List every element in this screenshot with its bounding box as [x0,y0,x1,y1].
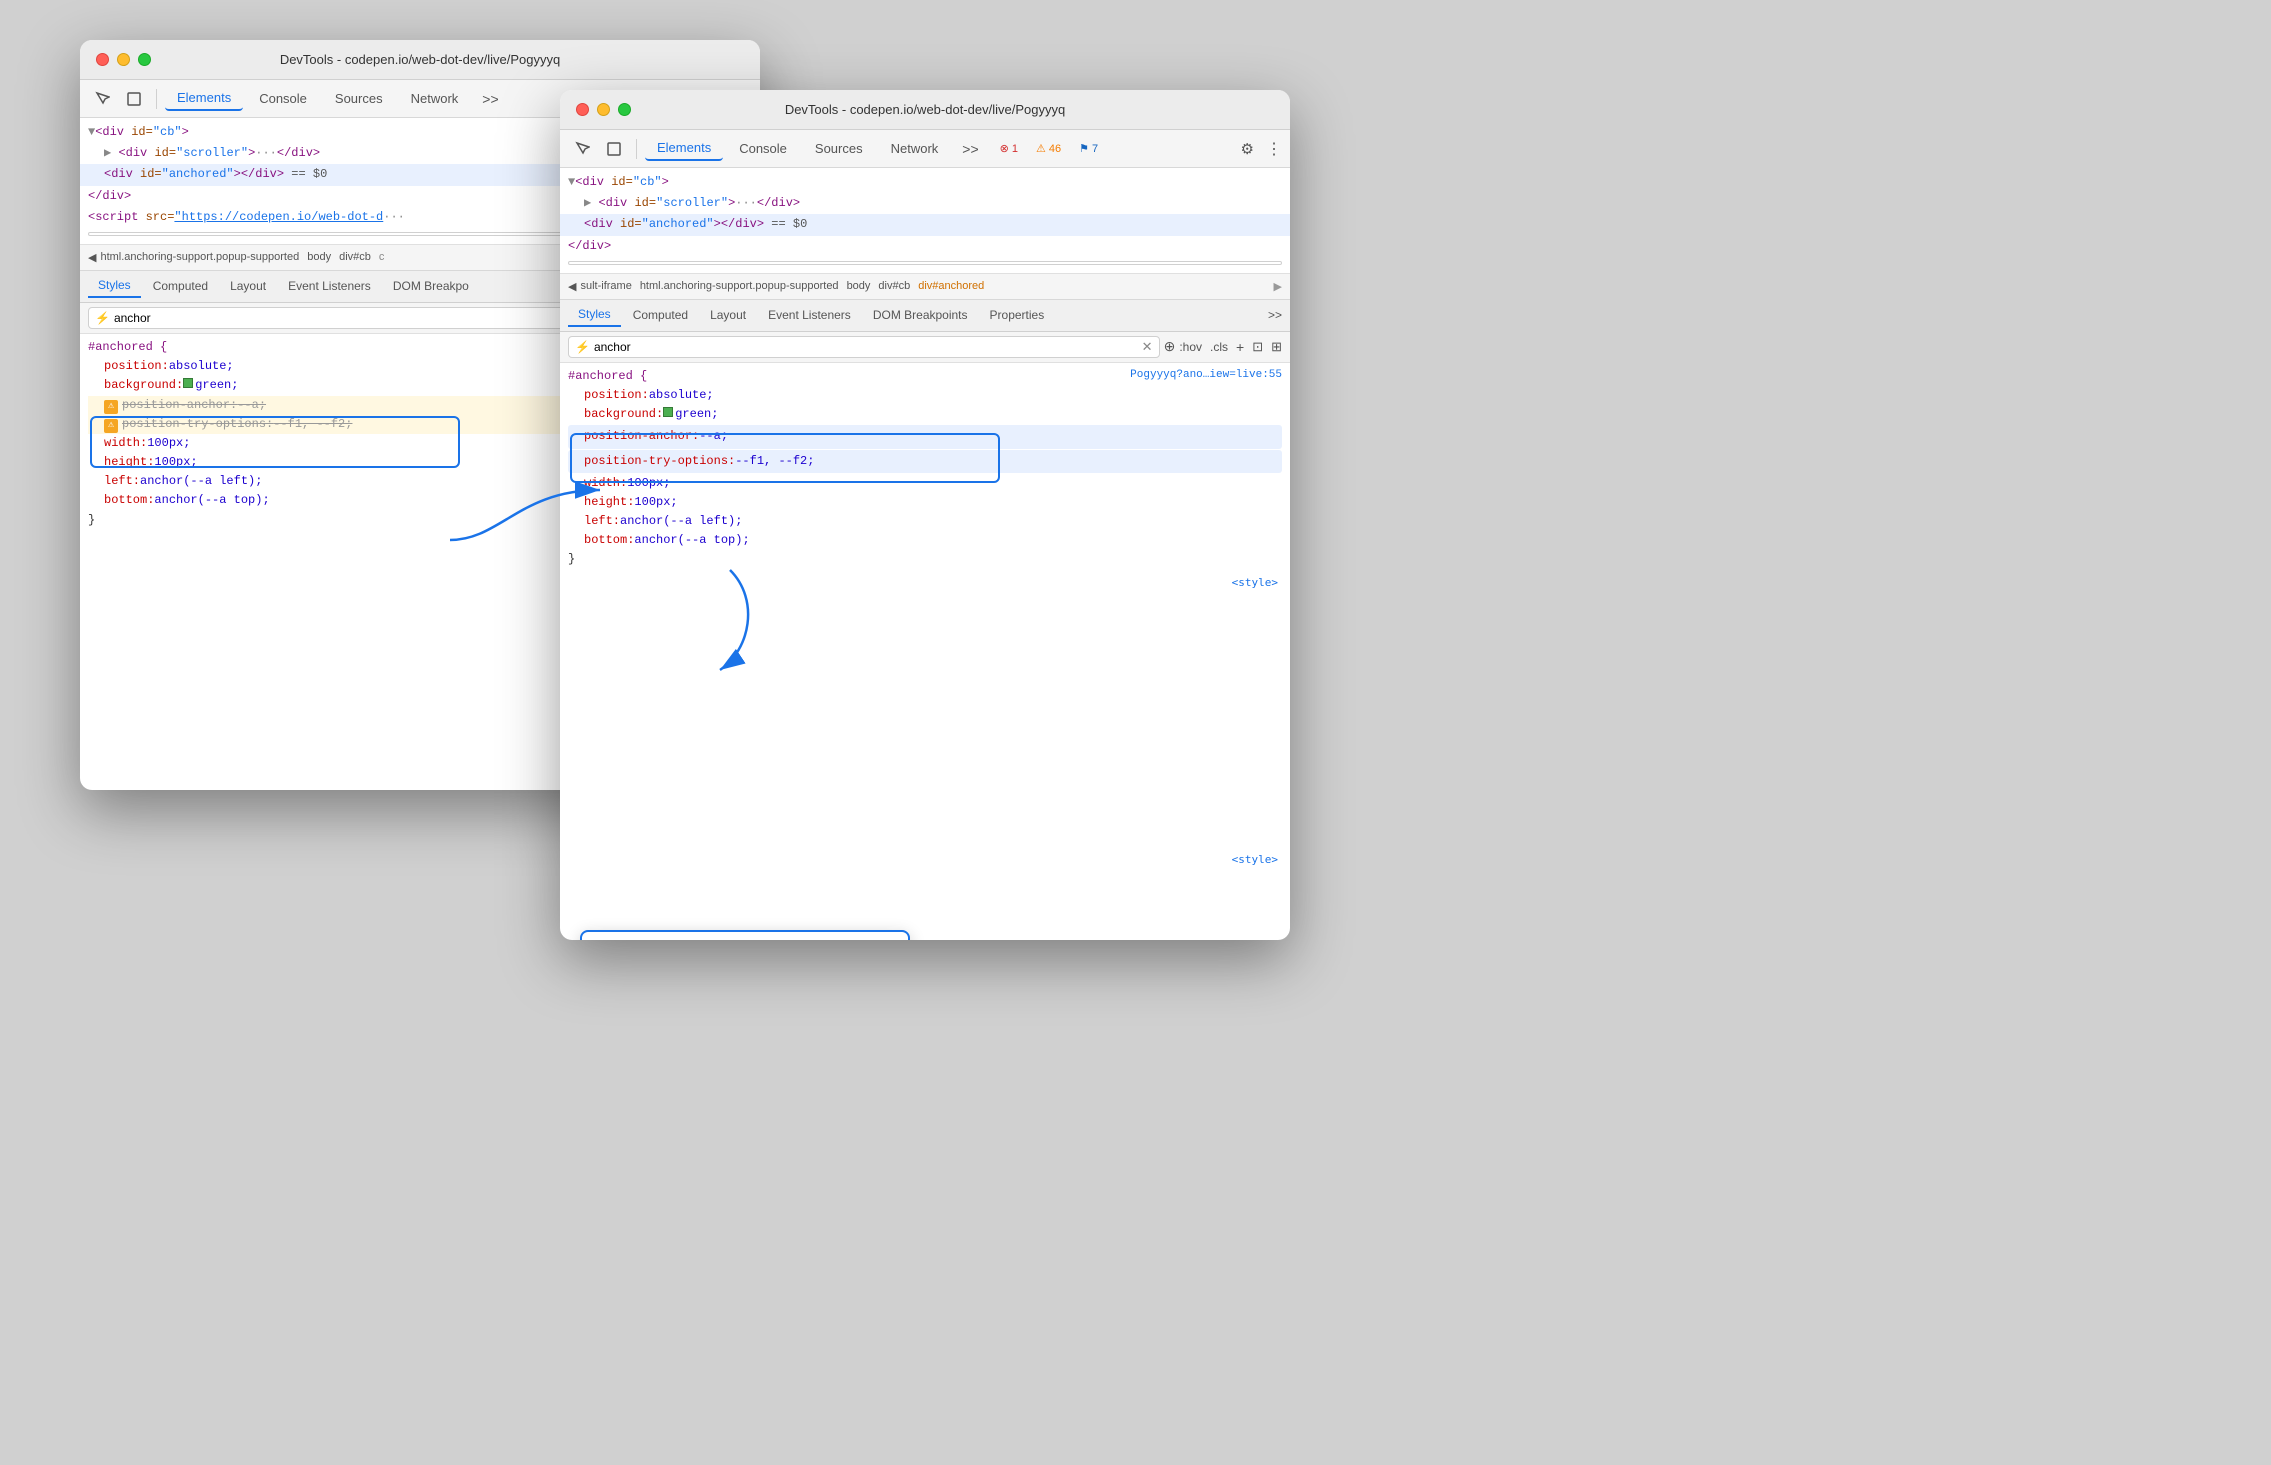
html-line-2-1: ▼<div id="cb"> [560,172,1290,193]
html-line-2-3: <div id="anchored"></div> == $0 [560,214,1290,235]
css-line-bottom-2: bottom: anchor(--a top); [568,531,1282,550]
panel-tab-computed-2[interactable]: Computed [623,304,698,326]
html-tree-2: ▼<div id="cb"> ▶ <div id="scroller">···<… [560,168,1290,274]
toolbar-sep-1 [156,89,157,109]
breadcrumb-item-2-3[interactable]: body [847,280,871,292]
blue-highlight-box-2 [570,433,1000,483]
close-button-2[interactable] [576,103,589,116]
breadcrumb-2: ◀ sult-iframe html.anchoring-support.pop… [560,274,1290,300]
toolbar-sep-2 [636,139,637,159]
minimize-button-1[interactable] [117,53,130,66]
breadcrumb-item-2[interactable]: html.anchoring-support.popup-supported [100,251,299,263]
color-swatch-1[interactable] [183,378,193,388]
filter-icon-1: ⚡ [95,311,110,325]
panel-tab-computed-1[interactable]: Computed [143,275,218,297]
blue-highlight-box-1 [90,416,460,468]
tab-console-1[interactable]: Console [247,87,319,110]
more-tabs-1[interactable]: >> [474,87,506,111]
tab-network-2[interactable]: Network [879,137,951,160]
hov-button-2[interactable]: :hov [1179,340,1202,354]
html-line-2-4: </div> [560,236,1290,257]
breadcrumb-item-3[interactable]: body [307,251,331,263]
more-options-icon[interactable]: ⋮ [1266,139,1282,159]
inspect-icon[interactable] [120,85,148,113]
toolbar-2: Elements Console Sources Network >> ⊗ 1 … [560,130,1290,168]
panel-tab-props-2[interactable]: Properties [980,304,1055,326]
panel-tab-layout-2[interactable]: Layout [700,304,756,326]
panel-more-2[interactable]: >> [1268,308,1282,322]
warning-icon-1: ⚠ [104,400,118,414]
filter-clear-2[interactable]: ✕ [1142,339,1153,355]
css-line-left-2: left: anchor(--a left); [568,512,1282,531]
css-line-background-2: background: green; [568,405,1282,424]
css-selector-2: #anchored { [568,369,647,383]
position-try-tooltip: @position-try --f1 right: anchor(--a lef… [580,930,910,940]
breadcrumb-item-2-1[interactable]: sult-iframe [580,280,631,292]
warn-badge: ⚠ 46 [1031,141,1066,156]
traffic-lights-2 [576,103,631,116]
panel-tab-styles-2[interactable]: Styles [568,303,621,327]
panel-tab-events-2[interactable]: Event Listeners [758,304,861,326]
minimize-button-2[interactable] [597,103,610,116]
style-source-label-2[interactable]: <style> [560,851,1290,868]
panel-tab-dom-2[interactable]: DOM Breakpoints [863,304,978,326]
styles-content-2: #anchored { Pogyyyq?ano…iew=live:55 posi… [560,363,1290,868]
info-badge: ⚑ 7 [1074,141,1103,156]
more-tabs-2[interactable]: >> [954,137,986,161]
style-source-label[interactable]: <style> [560,574,1290,591]
maximize-button-1[interactable] [138,53,151,66]
cls-button-2[interactable]: .cls [1210,340,1228,354]
css-closing-brace-2: } [568,550,1282,569]
window-title-2: DevTools - codepen.io/web-dot-dev/live/P… [785,102,1065,117]
devtools-window-2: DevTools - codepen.io/web-dot-dev/live/P… [560,90,1290,940]
breadcrumb-item-4[interactable]: div#cb [339,251,371,263]
breadcrumb-scroll-2[interactable]: ▶ [1274,280,1282,293]
tab-elements-2[interactable]: Elements [645,136,723,161]
css-line-height-2: height: 100px; [568,493,1282,512]
titlebar-2: DevTools - codepen.io/web-dot-dev/live/P… [560,90,1290,130]
cursor-icon[interactable] [88,85,116,113]
dock-icon-2[interactable]: ⊞ [1271,339,1282,355]
cursor-icon-2[interactable] [568,135,596,163]
maximize-button-2[interactable] [618,103,631,116]
css-selector-line-2: #anchored { Pogyyyq?ano…iew=live:55 [568,367,1282,386]
panel-tab-styles-1[interactable]: Styles [88,274,141,298]
css-line-position-2: position: absolute; [568,386,1282,405]
tab-sources-2[interactable]: Sources [803,137,875,160]
breadcrumb-item-2-2[interactable]: html.anchoring-support.popup-supported [640,280,839,292]
error-badge: ⊗ 1 [995,141,1023,156]
panel-tab-events-1[interactable]: Event Listeners [278,275,381,297]
filter-input-2[interactable] [594,340,1138,354]
panel-tabs-2: Styles Computed Layout Event Listeners D… [560,300,1290,332]
filter-actions-2: :hov .cls + ⊡ ⊞ [1179,339,1282,355]
inspect-icon-2[interactable] [600,135,628,163]
settings-icon-2[interactable]: ⊕ [1164,338,1176,355]
breadcrumb-arrow-2[interactable]: ◀ [568,280,576,293]
titlebar-1: DevTools - codepen.io/web-dot-dev/live/P… [80,40,760,80]
filter-funnel-icon: ⚡ [575,340,590,354]
panel-tab-dom-1[interactable]: DOM Breakpo [383,275,479,297]
tab-sources-1[interactable]: Sources [323,87,395,110]
html-line-2-2: ▶ <div id="scroller">···</div> [560,193,1290,214]
source-ref-2[interactable]: Pogyyyq?ano…iew=live:55 [1130,367,1282,385]
color-swatch-2[interactable] [663,407,673,417]
breadcrumb-item-2-5[interactable]: div#anchored [918,280,984,292]
breadcrumb-item-1[interactable]: ◀ [88,251,96,264]
panel-tab-layout-1[interactable]: Layout [220,275,276,297]
filter-input-wrap-2[interactable]: ⚡ ✕ [568,336,1160,358]
dock-icon-1[interactable]: ⊡ [1252,339,1263,355]
tab-elements-1[interactable]: Elements [165,86,243,111]
tab-network-1[interactable]: Network [399,87,471,110]
filter-bar-2: ⚡ ✕ ⊕ :hov .cls + ⊡ ⊞ [560,332,1290,363]
tab-console-2[interactable]: Console [727,137,799,160]
breadcrumb-item-2-4[interactable]: div#cb [878,280,910,292]
window-title-1: DevTools - codepen.io/web-dot-dev/live/P… [280,52,560,67]
css-selector-1: #anchored { [88,340,167,354]
traffic-lights-1 [96,53,151,66]
close-button-1[interactable] [96,53,109,66]
settings-gear-icon[interactable]: ⚙ [1241,140,1254,158]
add-style-icon[interactable]: + [1236,339,1244,355]
